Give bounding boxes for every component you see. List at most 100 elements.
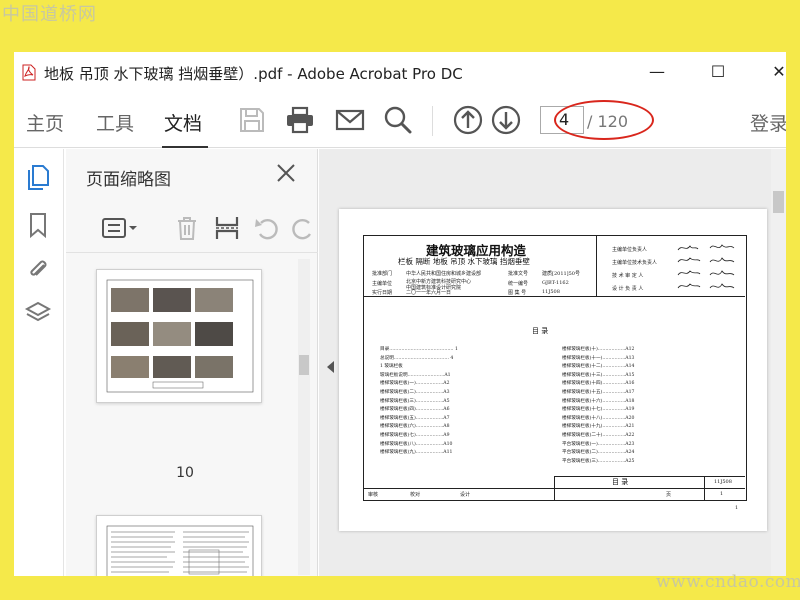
footer-signoff-cell: 1 <box>720 491 724 497</box>
bookmark-icon[interactable] <box>24 211 52 239</box>
title-bar: 地板 吊顶 水下玻璃 挡烟垂壁）.pdf - Adobe Acrobat Pro… <box>14 52 786 92</box>
rotate-left-icon[interactable] <box>252 213 282 243</box>
signer-4: 设 计 负 责 人 <box>612 286 644 292</box>
thumbnail-page-10[interactable] <box>96 269 262 403</box>
maximize-button[interactable]: ☐ <box>703 60 733 84</box>
toc-entry-left: 楼梯玻璃栏板(二)………………A3 <box>380 390 450 395</box>
meta-value2-1: 建质[2011]50号 <box>542 271 580 277</box>
document-scrollbar[interactable] <box>771 149 786 576</box>
toc-entry-right: 楼梯玻璃栏板(十三)……………A15 <box>562 372 635 378</box>
toc-entry-left: 玻璃栏板说明……………………A1 <box>380 372 451 378</box>
toc-entry-right: 楼梯玻璃栏板(十)………………A12 <box>562 347 635 352</box>
tab-home[interactable]: 主页 <box>26 109 64 136</box>
toc-entry-left: 楼梯玻璃栏板(六)………………A8 <box>380 424 450 430</box>
toc-entry-left: 楼梯玻璃栏板(七)………………A9 <box>380 433 450 438</box>
page-thumbnails-panel: 页面缩略图 10 <box>66 149 318 576</box>
toc-entry-right: 平台玻璃栏板(二)………………A24 <box>562 450 635 456</box>
extract-pages-icon[interactable] <box>212 213 242 243</box>
meta-label2-3: 图 集 号 <box>508 290 527 296</box>
toc-entry-right: 楼梯玻璃栏板(十七)……………A19 <box>562 407 635 413</box>
minimize-button[interactable]: — <box>642 60 672 84</box>
document-scrollbar-thumb[interactable] <box>773 191 784 213</box>
close-icon[interactable] <box>274 161 298 185</box>
email-icon[interactable] <box>334 104 366 136</box>
login-link[interactable]: 登录 <box>750 109 786 136</box>
delete-icon[interactable] <box>172 213 202 243</box>
meta-value2-3: 11J508 <box>542 289 560 295</box>
drawing-frame: 建筑玻璃应用构造 栏板 隔断 地板 吊顶 水下玻璃 挡烟垂壁 批准部门 中华人民… <box>363 235 747 501</box>
print-icon[interactable] <box>284 104 316 136</box>
toc-entry-right: 楼梯玻璃栏板(十八)……………A20 <box>562 415 635 421</box>
toc-entry-right: 楼梯玻璃栏板(十一)……………A13 <box>562 355 635 361</box>
close-button[interactable]: ✕ <box>764 60 786 84</box>
document-subtitle: 栏板 隔断 地板 吊顶 水下玻璃 挡烟垂壁 <box>398 257 530 266</box>
header-vertical-divider <box>596 236 597 296</box>
signer-2: 主编单位技术负责人 <box>612 260 658 266</box>
acrobat-window: 地板 吊顶 水下玻璃 挡烟垂壁）.pdf - Adobe Acrobat Pro… <box>14 52 786 576</box>
meta-value-1: 中华人民共和国住房和城乡建设部 <box>406 271 482 277</box>
options-menu-icon[interactable] <box>100 213 140 243</box>
search-icon[interactable] <box>382 104 414 136</box>
meta-label-1: 批准部门 <box>372 271 393 277</box>
footer-signoff-cell: 审核 <box>368 492 379 498</box>
footer-signoff-cell: 页 <box>666 492 672 498</box>
thumbnail-page-11[interactable] <box>96 515 262 576</box>
toc-entry-right: 楼梯玻璃栏板(十五)……………A17 <box>562 390 635 395</box>
page-thumbnails-icon[interactable] <box>24 163 52 191</box>
toc-entry-left: 1 玻璃栏板 <box>380 364 403 370</box>
footer-mid-line <box>364 488 745 489</box>
attachment-icon[interactable] <box>24 255 52 283</box>
signer-3: 技 术 审 定 人 <box>612 273 644 279</box>
meta-label2-2: 统一编号 <box>508 281 529 287</box>
toc-entry-right: 楼梯玻璃栏板(十六)……………A18 <box>562 398 635 404</box>
signatures-image <box>677 244 735 289</box>
toc-entry-right: 楼梯玻璃栏板(十二)……………A14 <box>562 364 635 370</box>
footer-atlas-divider <box>704 476 705 500</box>
thumbnail-page-label: 10 <box>176 465 194 481</box>
menu-bar: 主页 工具 文档 4 / 120 登录 <box>14 92 786 148</box>
left-navigation-bar <box>14 149 64 576</box>
thumbnail-page-11-preview <box>106 525 254 576</box>
toc-entry-right: 楼梯玻璃栏板(二十)……………A22 <box>562 433 635 438</box>
meta-value2-2: GJBT-1162 <box>542 280 569 286</box>
watermark-bottom: www.cndao.com <box>656 572 800 592</box>
document-view: 建筑玻璃应用构造 栏板 隔断 地板 吊顶 水下玻璃 挡烟垂壁 批准部门 中华人民… <box>319 149 786 576</box>
toc-entry-left: 楼梯玻璃栏板(四)………………A6 <box>380 407 450 413</box>
collapse-panel-arrow-icon[interactable] <box>327 361 334 373</box>
meta-label-3: 实行日期 <box>372 290 393 296</box>
signer-1: 主编单位负责人 <box>612 247 648 253</box>
toc-entry-left: 总说明……………………………… 4 <box>380 355 454 361</box>
header-divider <box>364 296 745 297</box>
red-highlight-oval <box>554 100 654 140</box>
tab-document[interactable]: 文档 <box>164 109 202 136</box>
panel-title: 页面缩略图 <box>86 170 171 190</box>
thumbnail-scrollbar[interactable] <box>298 259 310 575</box>
thumbnail-scrollbar-thumb[interactable] <box>299 355 309 375</box>
toc-entry-left: 楼梯玻璃栏板(三)………………A5 <box>380 398 450 404</box>
footer-title: 目 录 <box>612 478 629 486</box>
watermark-top: 中国道桥网 <box>2 4 97 25</box>
meta-label2-1: 批准文号 <box>508 271 529 277</box>
toc-entry-left: 楼梯玻璃栏板(九)………………A11 <box>380 450 453 456</box>
toc-entry-right: 楼梯玻璃栏板(十九)……………A21 <box>562 424 635 430</box>
footer-signoff-cell: 校对 <box>410 492 421 498</box>
thumbnail-toolbar <box>66 203 318 253</box>
toc-entry-left: 楼梯玻璃栏板(八)………………A10 <box>380 441 453 447</box>
window-title: 地板 吊顶 水下玻璃 挡烟垂壁）.pdf - Adobe Acrobat Pro… <box>44 65 463 83</box>
pdf-file-icon <box>22 64 36 81</box>
footer-top-line <box>554 476 745 477</box>
toolbar-separator <box>432 106 433 136</box>
next-page-icon[interactable] <box>490 104 522 136</box>
toc-entry-right: 平台玻璃栏板(三)………………A25 <box>562 458 635 464</box>
toc-entry-left: 楼梯玻璃栏板(五)………………A7 <box>380 415 450 421</box>
previous-page-icon[interactable] <box>452 104 484 136</box>
save-icon[interactable] <box>236 104 268 136</box>
toc-title: 目 录 <box>532 327 549 335</box>
tab-tools[interactable]: 工具 <box>96 109 134 136</box>
rotate-right-icon[interactable] <box>288 213 318 243</box>
layers-icon[interactable] <box>24 299 52 327</box>
thumbnail-page-10-preview <box>106 279 254 393</box>
footer-signoff-cell: 设计 <box>460 492 471 498</box>
toc-entry-right: 楼梯玻璃栏板(十四)……………A16 <box>562 381 635 387</box>
toc-entry-right: 平台玻璃栏板(一)………………A23 <box>562 441 635 447</box>
